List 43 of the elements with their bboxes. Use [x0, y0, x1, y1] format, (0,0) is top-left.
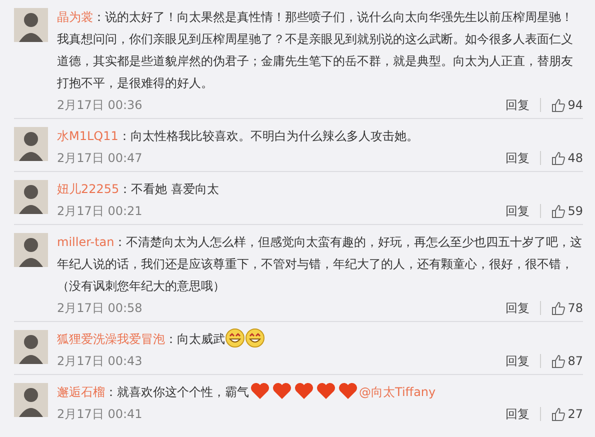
comment-time: 2月17日 00:21 — [57, 203, 144, 220]
like-button[interactable]: 27 — [550, 405, 583, 423]
reply-link[interactable]: 回复 — [506, 149, 530, 167]
comment-time: 2月17日 00:36 — [57, 97, 144, 114]
heart-icon — [316, 382, 336, 400]
heart-icon — [338, 382, 358, 400]
reply-link[interactable]: 回复 — [506, 96, 530, 114]
thumbs-up-icon — [550, 98, 566, 112]
smiley-icon — [245, 328, 265, 348]
like-button[interactable]: 78 — [550, 299, 583, 317]
comment-time: 2月17日 00:47 — [57, 150, 144, 167]
like-button[interactable]: 48 — [550, 149, 583, 167]
comment-text: miller-tan：不清楚向太为人怎么样，但感觉向太蛮有趣的，好玩，再怎么至少也四五十岁了吧，这年纪人说的话，我们还是应该尊重下，不管对与错，年纪大了的人，还有颗童心，很好，很不错，（没有讽刺您年纪大的意思哦） — [57, 234, 583, 295]
comment-time: 2月17日 00:41 — [57, 406, 144, 423]
thumbs-up-icon — [550, 354, 566, 368]
comment-time: 2月17日 00:43 — [57, 353, 144, 370]
comment-text: 狐狸爱洗澡我爱冒泡：向太威武 — [57, 328, 583, 350]
avatar[interactable] — [14, 383, 48, 417]
avatar[interactable] — [14, 8, 48, 42]
reply-link[interactable]: 回复 — [506, 202, 530, 220]
like-button[interactable]: 87 — [550, 352, 583, 370]
thumbs-up-icon — [550, 150, 566, 166]
comment-text: 晶为裳：说的太好了！向太果然是真性情！那些喷子们，说什么向太向华强先生以前压榨周星驰！我真想问问，你们亲眼见到压榨周星驰了？不是亲眼见到就别说的这么武断。如今很多人表面仁义道德，其实都是些道貌岸然的伪君子；金庸先生笔下的岳不群，就是典型。向太为人正直，替朋友打抱不平，是很难得的好人。 — [57, 9, 574, 92]
reply-link[interactable]: 回复 — [506, 352, 530, 370]
avatar[interactable] — [14, 233, 48, 267]
thumbs-up-icon — [550, 204, 566, 218]
smiley-icon — [225, 328, 245, 348]
avatar[interactable] — [14, 180, 48, 214]
comment-text: 邂逅石榴：就喜欢你这个个性，霸气 @向太Tiffany — [57, 381, 583, 403]
thumbs-up-icon — [550, 300, 566, 316]
reply-link[interactable]: 回复 — [506, 405, 530, 423]
avatar[interactable] — [14, 127, 48, 161]
thumbs-up-icon — [550, 406, 566, 422]
comment-text: 妞儿22255：不看她 喜爱向太 — [57, 181, 220, 198]
heart-icon — [250, 382, 270, 400]
like-button[interactable]: 59 — [550, 202, 583, 220]
avatar[interactable] — [14, 330, 48, 364]
comment-text: 水M1LQ11：向太性格我比较喜欢。不明白为什么辣么多人攻击她。 — [57, 128, 420, 145]
heart-icon — [272, 382, 292, 400]
like-button[interactable]: 94 — [550, 96, 583, 114]
comment-time: 2月17日 00:58 — [57, 300, 144, 317]
reply-link[interactable]: 回复 — [506, 299, 530, 317]
heart-icon — [294, 382, 314, 400]
